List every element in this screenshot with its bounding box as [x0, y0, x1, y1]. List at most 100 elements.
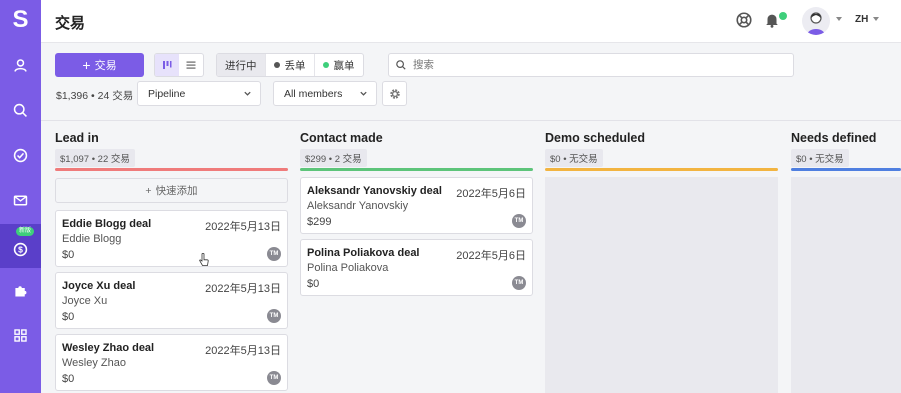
deal-person: Eddie Blogg — [62, 233, 122, 245]
check-circle-icon — [13, 148, 28, 162]
deal-date: 2022年5月13日 — [205, 283, 281, 295]
pipeline-select-value: Pipeline — [148, 87, 186, 100]
person-icon — [14, 58, 27, 72]
status-open-label: 进行中 — [225, 59, 257, 72]
sidebar-item-apps[interactable] — [0, 313, 41, 357]
kanban-icon — [163, 61, 172, 69]
sidebar-item-search[interactable] — [0, 88, 41, 132]
deal-date: 2022年5月6日 — [456, 250, 526, 262]
top-bar: 交易 ZH — [41, 0, 901, 43]
search-icon — [13, 103, 27, 117]
owner-avatar: TM — [267, 371, 281, 385]
pipeline-select[interactable]: Pipeline — [137, 81, 261, 106]
stage-name: Demo scheduled — [545, 131, 646, 145]
members-select[interactable]: All members — [273, 81, 377, 106]
status-filter: 进行中 丢单 赢单 — [216, 53, 364, 77]
deal-amount: $0 — [307, 278, 320, 290]
kanban-view-button[interactable] — [155, 54, 179, 76]
settings-button[interactable] — [382, 81, 407, 106]
gear-icon — [389, 88, 400, 99]
deal-title: Polina Poliakova deal — [307, 247, 420, 259]
stage-column-lead-in: Lead in $1,097 • 22 交易 + 快速添加 Eddie Blog… — [55, 121, 288, 393]
stage-name: Contact made — [300, 131, 383, 145]
stage-meta: $0 • 无交易 — [545, 149, 603, 167]
deal-card[interactable]: Wesley Zhao deal 2022年5月13日 Wesley Zhao … — [55, 334, 288, 391]
stage-name: Lead in — [55, 131, 99, 145]
deal-card[interactable]: Eddie Blogg deal 2022年5月13日 Eddie Blogg … — [55, 210, 288, 267]
owner-avatar: TM — [267, 309, 281, 323]
plus-icon: + — [145, 184, 152, 197]
user-avatar-icon — [807, 12, 825, 35]
deal-amount: $0 — [62, 249, 75, 261]
hand-cursor-icon — [199, 253, 209, 266]
status-lost-tab[interactable]: 丢单 — [266, 54, 315, 76]
avatar-chevron-down-icon[interactable] — [836, 17, 842, 21]
sidebar-item-contacts[interactable] — [0, 43, 41, 87]
deal-person: Polina Poliakova — [307, 262, 389, 274]
deal-date: 2022年5月6日 — [456, 188, 526, 200]
status-won-label: 赢单 — [333, 59, 355, 72]
quick-add-button[interactable]: + 快速添加 — [55, 178, 288, 203]
stage-color-bar — [545, 168, 778, 171]
members-select-value: All members — [284, 87, 343, 100]
view-toggle — [154, 53, 204, 77]
search-icon — [396, 60, 406, 70]
sidebar-item-integrations[interactable] — [0, 268, 41, 312]
stage-name: Needs defined — [791, 131, 877, 145]
search-box — [388, 53, 794, 77]
new-badge: 新版 — [16, 227, 35, 236]
app-logo[interactable]: S — [0, 0, 41, 40]
stage-column-contact-made: Contact made $299 • 2 交易 Aleksandr Yanov… — [300, 121, 533, 393]
deal-card[interactable]: Polina Poliakova deal 2022年5月6日 Polina P… — [300, 239, 533, 296]
apps-grid-icon — [14, 328, 27, 342]
help-lifebuoy-icon[interactable] — [735, 11, 753, 29]
status-lost-label: 丢单 — [284, 59, 306, 72]
deal-title: Aleksandr Yanovskiy deal — [307, 185, 442, 197]
owner-avatar: TM — [512, 276, 526, 290]
owner-avatar: TM — [267, 247, 281, 261]
deals-summary: $1,396 • 24 交易 — [56, 90, 134, 102]
status-open-tab[interactable]: 进行中 — [217, 54, 266, 76]
stage-meta: $299 • 2 交易 — [300, 149, 367, 167]
deal-title: Wesley Zhao deal — [62, 342, 155, 354]
stage-column-needs-defined: Needs defined $0 • 无交易 — [791, 121, 901, 393]
sidebar-item-mail[interactable] — [0, 178, 41, 222]
puzzle-icon — [15, 285, 27, 296]
deal-person: Wesley Zhao — [62, 357, 126, 369]
add-deal-button[interactable]: + 交易 — [55, 53, 144, 77]
deal-amount: $299 — [307, 216, 332, 228]
status-won-tab[interactable]: 赢单 — [315, 54, 363, 76]
stage-color-bar — [791, 168, 901, 171]
empty-drop-area[interactable] — [545, 177, 778, 393]
owner-avatar: TM — [512, 214, 526, 228]
list-view-button[interactable] — [179, 54, 203, 76]
deal-card[interactable]: Aleksandr Yanovskiy deal 2022年5月6日 Aleks… — [300, 177, 533, 234]
deal-card[interactable]: Joyce Xu deal 2022年5月13日 Joyce Xu $0 TM — [55, 272, 288, 329]
chevron-down-icon — [244, 91, 251, 96]
stage-column-demo-scheduled: Demo scheduled $0 • 无交易 — [545, 121, 778, 393]
svg-text:$: $ — [18, 244, 23, 254]
stage-color-bar — [300, 168, 533, 171]
deal-person: Aleksandr Yanovskiy — [307, 200, 409, 212]
plus-icon: + — [82, 57, 91, 73]
quick-add-label: 快速添加 — [155, 185, 198, 197]
empty-drop-area[interactable] — [791, 177, 901, 393]
deal-date: 2022年5月13日 — [205, 345, 281, 357]
stage-meta: $0 • 无交易 — [791, 149, 849, 167]
avatar[interactable] — [802, 7, 830, 35]
sidebar-item-tasks[interactable] — [0, 133, 41, 177]
deal-date: 2022年5月13日 — [205, 221, 281, 233]
notification-dot — [779, 12, 787, 20]
stage-color-bar — [55, 168, 288, 171]
chevron-down-icon — [360, 91, 367, 96]
language-chevron-down-icon[interactable] — [873, 17, 879, 21]
page-title: 交易 — [55, 15, 86, 32]
sidebar-item-deals[interactable]: 新版 $ — [0, 224, 41, 268]
won-dot — [322, 62, 329, 68]
search-input[interactable] — [413, 59, 773, 71]
deal-amount: $0 — [62, 373, 75, 385]
add-deal-label: 交易 — [94, 60, 117, 72]
deal-amount: $0 — [62, 311, 75, 323]
language-switcher[interactable]: ZH — [855, 14, 868, 25]
mail-icon — [13, 194, 28, 206]
